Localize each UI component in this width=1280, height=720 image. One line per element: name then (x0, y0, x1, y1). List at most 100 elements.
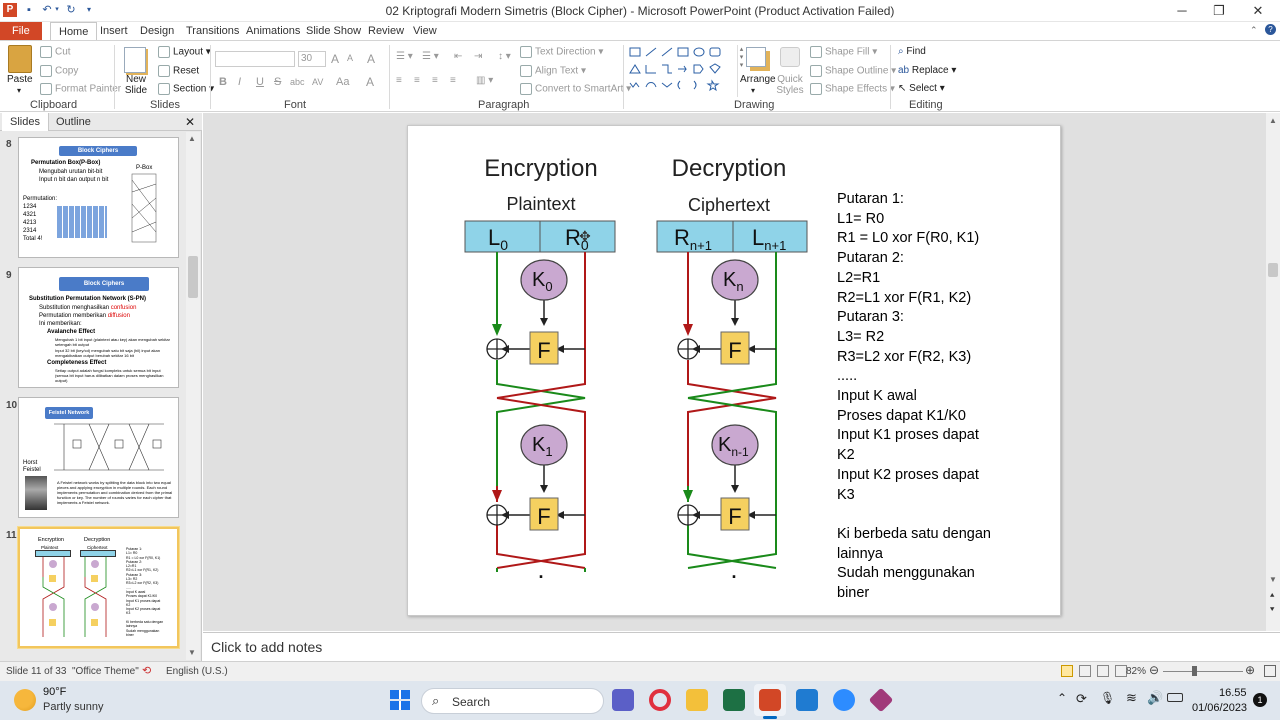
char-spacing-button[interactable]: AV (312, 77, 323, 87)
slide-thumbnail-11-selected[interactable]: Encryption Decryption Plaintext Cipherte… (18, 527, 179, 648)
arrange-icon[interactable] (746, 47, 766, 67)
edge-icon[interactable] (796, 689, 818, 711)
font-size-box[interactable]: 30 (298, 51, 326, 67)
zoom-slider-thumb[interactable] (1192, 666, 1197, 676)
paste-icon[interactable] (8, 45, 32, 73)
shapes-gallery[interactable] (628, 45, 736, 97)
tab-outline[interactable]: Outline (48, 113, 99, 131)
close-pane-icon[interactable]: ✕ (185, 115, 195, 129)
slide-scrollbar[interactable]: ▲ ▼ ⯅ ⯆ (1266, 113, 1280, 631)
text-direction-button[interactable]: Text Direction ▾ (520, 46, 603, 58)
new-slide-button[interactable]: New Slide (124, 74, 148, 96)
tab-view[interactable]: View (405, 22, 445, 40)
zoom-out-icon[interactable]: ⊖ (1149, 663, 1159, 677)
italic-button[interactable]: I (238, 76, 241, 88)
align-center-button[interactable]: ≡ (414, 75, 420, 86)
fit-to-window-icon[interactable] (1264, 665, 1276, 677)
volume-icon[interactable]: 🔊 (1147, 690, 1163, 706)
increase-indent-button[interactable]: ⇥ (474, 51, 482, 62)
scroll-down-icon[interactable]: ▼ (1269, 575, 1277, 584)
restore-button[interactable]: ❐ (1201, 2, 1237, 20)
slides-pane-scrollbar[interactable]: ▲ ▼ (186, 132, 200, 660)
tab-design[interactable]: Design (132, 22, 182, 40)
quick-styles-icon[interactable] (780, 47, 800, 67)
scroll-up-icon[interactable]: ▲ (1269, 116, 1277, 125)
reading-view-icon[interactable] (1097, 665, 1109, 677)
copy-button[interactable]: Copy (40, 65, 78, 77)
numbering-button[interactable]: ☰ ▾ (422, 51, 439, 62)
slide-thumbnail-8[interactable]: Block Ciphers Permutation Box(P-Box) Men… (18, 137, 179, 258)
notes-pane[interactable]: Click to add notes (203, 632, 1280, 660)
minimize-button[interactable]: ─ (1164, 2, 1200, 20)
line-spacing-button[interactable]: ↕ ▾ (498, 51, 511, 62)
shapes-more-icon[interactable]: ▴ ▾ ▾ (737, 45, 745, 97)
scroll-up-icon[interactable]: ▲ (188, 134, 196, 143)
tab-transitions[interactable]: Transitions (178, 22, 247, 40)
language-indicator[interactable]: English (U.S.) (166, 666, 228, 677)
zoom-level[interactable]: 82% (1126, 666, 1146, 677)
tab-insert[interactable]: Insert (92, 22, 136, 40)
powerpoint-icon[interactable] (759, 689, 781, 711)
theme-name[interactable]: "Office Theme" (72, 666, 139, 677)
shrink-font-button[interactable]: A (347, 53, 353, 63)
underline-button[interactable]: U (256, 76, 264, 88)
slide-thumbnail-9[interactable]: Block Ciphers Substitution Permutation N… (18, 267, 179, 388)
wifi-icon[interactable]: ≋ (1126, 690, 1137, 706)
start-windows-icon[interactable] (390, 690, 410, 710)
show-hidden-icons[interactable]: ⌃ (1057, 691, 1067, 705)
sync-icon[interactable]: ⟳ (1076, 691, 1087, 707)
notification-badge[interactable]: 1 (1253, 693, 1267, 707)
minimize-ribbon-icon[interactable]: ⌃ (1250, 25, 1258, 36)
font-color-button[interactable]: A (366, 75, 374, 89)
replace-button[interactable]: ab Replace ▾ (898, 65, 956, 76)
taskbar-search[interactable]: ⌕ Search (421, 688, 604, 714)
arrange-button[interactable]: Arrange (740, 74, 776, 85)
tab-file[interactable]: File (0, 22, 42, 40)
zoom-in-icon[interactable]: ⊕ (1245, 663, 1255, 677)
tab-slide-show[interactable]: Slide Show (298, 22, 369, 40)
grow-font-button[interactable]: A (331, 52, 339, 66)
slide-sorter-icon[interactable] (1079, 665, 1091, 677)
convert-smartart-button[interactable]: Convert to SmartArt ▾ (520, 83, 631, 95)
weather-desc[interactable]: Partly sunny (43, 701, 104, 713)
microphone-icon[interactable]: 🎙 (1100, 691, 1115, 705)
new-slide-icon[interactable] (124, 47, 146, 73)
reset-button[interactable]: Reset (158, 65, 199, 77)
cut-button[interactable]: Cut (40, 46, 71, 58)
select-button[interactable]: ↖ Select ▾ (898, 83, 945, 94)
layout-button[interactable]: Layout ▾ (158, 46, 211, 58)
scroll-down-icon[interactable]: ▼ (188, 648, 196, 657)
decrease-indent-button[interactable]: ⇤ (454, 51, 462, 62)
align-left-button[interactable]: ≡ (396, 75, 402, 86)
bold-button[interactable]: B (219, 76, 227, 88)
strikethrough-button[interactable]: S (274, 76, 281, 88)
battery-icon[interactable] (1167, 693, 1183, 702)
change-case-button[interactable]: Aa (336, 76, 349, 88)
shape-effects-button[interactable]: Shape Effects ▾ (810, 83, 895, 95)
previous-slide-icon[interactable]: ⯅ (1269, 591, 1275, 601)
tab-home[interactable]: Home (50, 22, 98, 40)
help-icon[interactable]: ? (1265, 24, 1276, 35)
spellcheck-icon[interactable]: ⟲ (142, 664, 151, 677)
arrange-dropdown-icon[interactable]: ▾ (751, 86, 755, 95)
quick-styles-button[interactable]: Quick Styles (775, 74, 805, 96)
font-name-box[interactable] (215, 51, 295, 67)
file-explorer-icon[interactable] (686, 689, 708, 711)
scroll-thumb[interactable] (188, 256, 198, 298)
normal-view-icon[interactable] (1061, 665, 1073, 677)
scroll-thumb[interactable] (1268, 263, 1278, 277)
opera-icon[interactable] (649, 689, 671, 711)
clock-time[interactable]: 16.55 (1219, 687, 1247, 699)
zoom-icon[interactable] (833, 689, 855, 711)
columns-button[interactable]: ▥ ▾ (476, 75, 493, 86)
next-slide-icon[interactable]: ⯆ (1269, 605, 1275, 615)
shape-fill-button[interactable]: Shape Fill ▾ (810, 46, 877, 58)
excel-icon[interactable] (723, 689, 745, 711)
format-painter-button[interactable]: Format Painter (40, 83, 121, 95)
shape-outline-button[interactable]: Shape Outline ▾ (810, 65, 896, 77)
app-icon[interactable] (868, 687, 894, 713)
clear-format-button[interactable]: A (367, 52, 375, 66)
paste-button[interactable]: Paste (7, 74, 33, 85)
align-right-button[interactable]: ≡ (432, 75, 438, 86)
zoom-slider[interactable] (1163, 671, 1243, 672)
